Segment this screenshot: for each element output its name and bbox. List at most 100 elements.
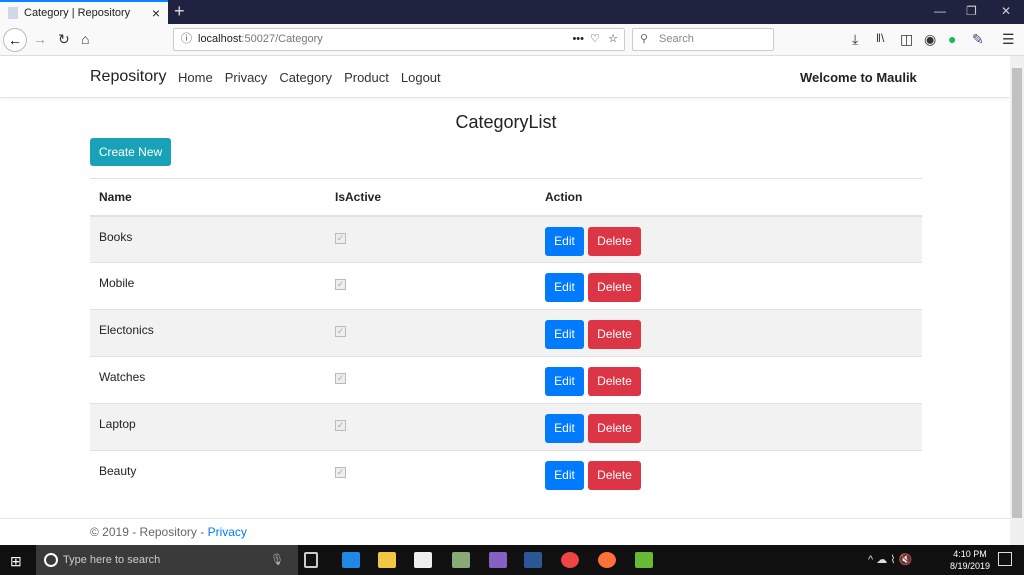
edit-button[interactable]: Edit xyxy=(545,320,584,349)
home-button[interactable]: ⌂ xyxy=(81,31,89,47)
table-row: Mobile ✓ Edit Delete xyxy=(90,262,922,310)
table-row: Electonics ✓ Edit Delete xyxy=(90,309,922,357)
delete-button[interactable]: Delete xyxy=(588,226,641,256)
header-isactive: IsActive xyxy=(326,178,536,217)
edit-button[interactable]: Edit xyxy=(545,461,584,490)
downloads-icon[interactable]: ⤓ xyxy=(852,31,858,48)
cortana-icon xyxy=(44,553,58,567)
url-path: :50027/Category xyxy=(241,33,323,45)
tools-icon[interactable] xyxy=(452,552,470,568)
word-icon[interactable] xyxy=(524,552,542,568)
notepad-icon[interactable] xyxy=(635,552,653,568)
microphone-icon[interactable]: 🎙 xyxy=(270,545,284,575)
brand-link[interactable]: Repository xyxy=(90,68,166,86)
visual-studio-icon[interactable] xyxy=(489,552,507,568)
site-navbar: Repository Home Privacy Category Product… xyxy=(0,56,1010,98)
back-button[interactable]: ← xyxy=(3,28,27,52)
delete-button[interactable]: Delete xyxy=(588,320,641,349)
edit-button[interactable]: Edit xyxy=(545,367,584,396)
isactive-checkbox: ✓ xyxy=(335,373,346,384)
edit-button[interactable]: Edit xyxy=(545,273,584,302)
taskbar-search-placeholder: Type here to search xyxy=(63,554,161,566)
search-input[interactable]: ⚲ Search xyxy=(632,28,774,51)
page-actions-icon[interactable]: ••• xyxy=(572,29,584,50)
isactive-checkbox: ✓ xyxy=(335,467,346,478)
nav-home[interactable]: Home xyxy=(178,70,213,85)
category-name: Beauty xyxy=(90,450,326,498)
category-name: Electonics xyxy=(90,309,326,357)
scrollbar-thumb[interactable] xyxy=(1012,68,1022,518)
clock[interactable]: 4:10 PM 8/19/2019 xyxy=(950,548,990,572)
header-action: Action xyxy=(536,178,922,217)
table-row: Watches ✓ Edit Delete xyxy=(90,356,922,404)
isactive-checkbox: ✓ xyxy=(335,420,346,431)
footer: © 2019 - Repository - Privacy xyxy=(0,518,1010,539)
page-favicon-icon xyxy=(8,7,18,19)
nav-privacy[interactable]: Privacy xyxy=(225,70,268,85)
restore-button[interactable]: ❐ xyxy=(966,4,977,18)
delete-button[interactable]: Delete xyxy=(588,367,641,396)
sidebar-icon[interactable]: ◫ xyxy=(900,31,913,48)
bookmark-star-icon[interactable]: ☆ xyxy=(608,29,618,50)
close-tab-icon[interactable]: × xyxy=(152,5,160,21)
forward-button[interactable]: → xyxy=(33,31,47,47)
reload-button[interactable]: ↻ xyxy=(58,31,70,48)
footer-text: © 2019 - Repository - xyxy=(90,525,208,539)
url-host: localhost xyxy=(198,33,242,45)
close-window-button[interactable]: ✕ xyxy=(1001,4,1011,18)
nav-logout[interactable]: Logout xyxy=(401,70,441,85)
edit-button[interactable]: Edit xyxy=(545,226,584,256)
pocket-icon[interactable]: ♡ xyxy=(590,29,600,50)
library-icon[interactable]: ‖\ xyxy=(876,31,884,45)
nav-product[interactable]: Product xyxy=(344,70,389,85)
table-row: Books ✓ Edit Delete xyxy=(90,215,922,263)
firefox-icon[interactable] xyxy=(598,552,616,568)
welcome-text: Welcome to Maulik xyxy=(800,70,917,85)
tab-strip: Category | Repository × + — ❐ ✕ xyxy=(0,0,1024,24)
grammarly-icon[interactable]: ● xyxy=(948,31,956,47)
delete-button[interactable]: Delete xyxy=(588,273,641,302)
task-view-icon[interactable] xyxy=(304,552,318,568)
category-table: Name IsActive Action Books ✓ Edit Delete M… xyxy=(90,178,922,498)
minimize-button[interactable]: — xyxy=(934,4,946,18)
category-name: Books xyxy=(90,215,326,263)
notifications-icon[interactable] xyxy=(998,552,1012,566)
eyedropper-icon[interactable]: ✎ xyxy=(972,31,984,48)
browser-tab[interactable]: Category | Repository × xyxy=(0,0,168,24)
search-icon: ⚲ xyxy=(640,33,649,45)
nav-category[interactable]: Category xyxy=(279,70,332,85)
file-explorer-icon[interactable] xyxy=(378,552,396,568)
table-row: Laptop ✓ Edit Delete xyxy=(90,403,922,451)
isactive-checkbox: ✓ xyxy=(335,279,346,290)
account-icon[interactable]: ◉ xyxy=(924,31,936,48)
info-icon: ⓘ xyxy=(181,33,192,45)
edge-icon[interactable] xyxy=(342,552,360,568)
taskbar-search[interactable]: Type here to search 🎙 xyxy=(36,545,298,575)
web-page: Repository Home Privacy Category Product… xyxy=(0,56,1010,545)
clock-time: 4:10 PM xyxy=(953,549,987,559)
clock-date: 8/19/2019 xyxy=(949,561,990,571)
create-new-button[interactable]: Create New xyxy=(90,138,171,166)
store-icon[interactable] xyxy=(414,552,432,568)
browser-toolbar: ← → ↻ ⌂ ⓘ localhost:50027/Category ••• ♡ … xyxy=(0,24,1024,56)
category-name: Watches xyxy=(90,356,326,404)
windows-start-icon[interactable]: ⊞ xyxy=(10,553,22,570)
system-tray-icons[interactable]: ^ ☁ ⌇ 🔇 xyxy=(868,553,912,566)
new-tab-button[interactable]: + xyxy=(174,1,185,22)
table-row: Beauty ✓ Edit Delete xyxy=(90,450,922,498)
category-name: Mobile xyxy=(90,262,326,310)
delete-button[interactable]: Delete xyxy=(588,414,641,443)
taskbar: ⊞ Type here to search 🎙 ^ ☁ ⌇ 🔇 4:10 PM 8/… xyxy=(0,545,1024,575)
address-bar[interactable]: ⓘ localhost:50027/Category ••• ♡ ☆ xyxy=(173,28,625,51)
edit-button[interactable]: Edit xyxy=(545,414,584,443)
menu-icon[interactable]: ☰ xyxy=(1002,31,1015,48)
header-name: Name xyxy=(90,178,326,217)
delete-button[interactable]: Delete xyxy=(588,461,641,490)
search-placeholder: Search xyxy=(659,33,694,45)
chrome-icon[interactable] xyxy=(561,552,579,568)
isactive-checkbox: ✓ xyxy=(335,232,346,244)
footer-privacy-link[interactable]: Privacy xyxy=(208,525,247,539)
tab-title: Category | Repository xyxy=(24,7,131,19)
scrollbar[interactable] xyxy=(1010,56,1024,545)
page-title: CategoryList xyxy=(455,112,557,132)
